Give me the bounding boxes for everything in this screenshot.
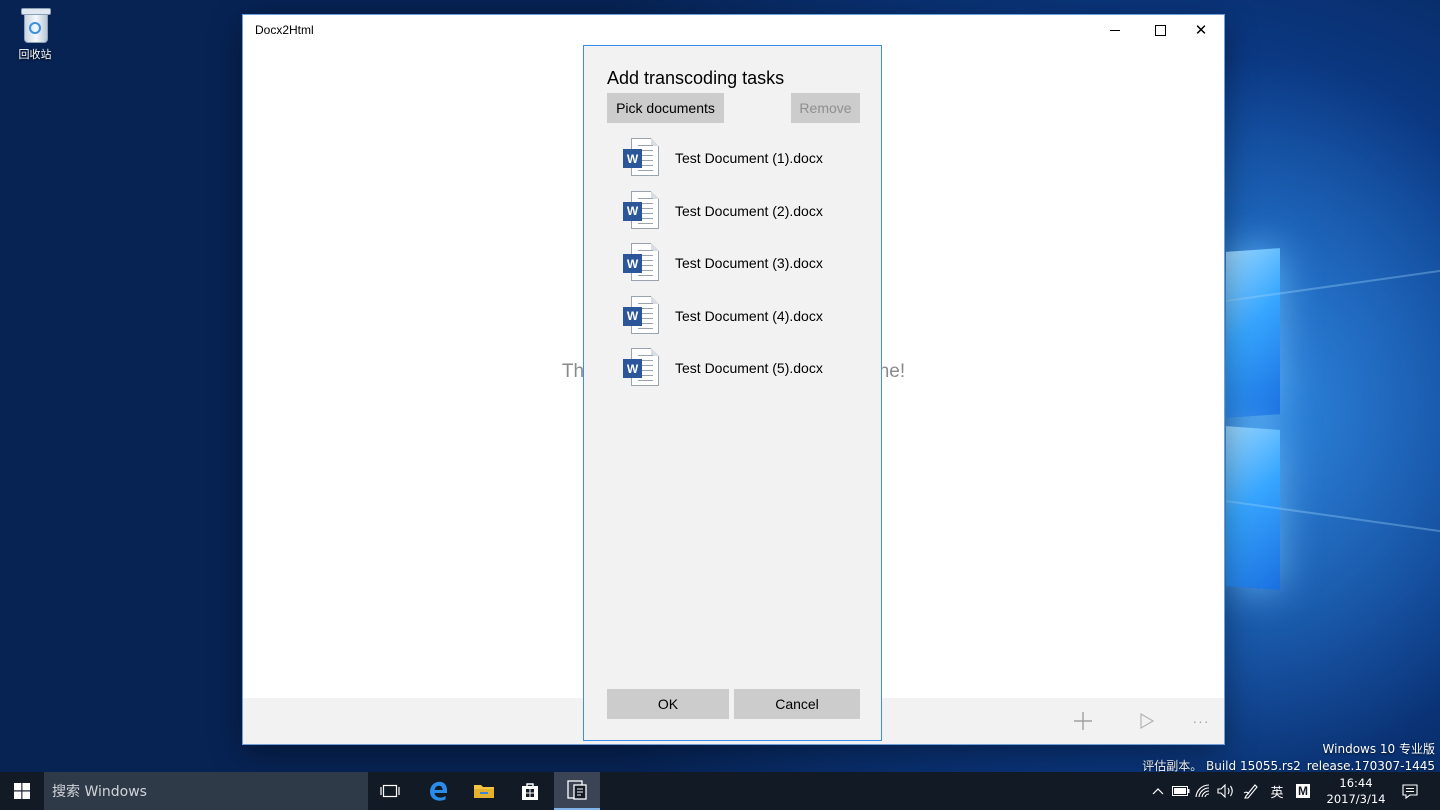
close-button[interactable]: ✕ xyxy=(1178,15,1224,46)
plus-icon xyxy=(1074,712,1092,730)
cancel-button[interactable]: Cancel xyxy=(734,689,860,719)
start-button[interactable] xyxy=(1127,706,1167,736)
network-button[interactable] xyxy=(1192,772,1214,810)
add-task-button[interactable] xyxy=(1063,706,1103,736)
battery-icon xyxy=(1172,786,1190,796)
input-language-button[interactable]: 英 xyxy=(1266,772,1288,810)
watermark-edition: Windows 10 专业版 xyxy=(1322,742,1435,756)
start-button[interactable] xyxy=(0,772,44,810)
list-item[interactable]: W Test Document (3).docx xyxy=(607,237,860,290)
action-center-button[interactable] xyxy=(1396,772,1424,810)
battery-button[interactable] xyxy=(1170,772,1192,810)
store-button[interactable] xyxy=(507,772,553,810)
show-hidden-icons-button[interactable] xyxy=(1148,772,1168,810)
docx2html-app-icon xyxy=(567,780,587,800)
watermark-build: 评估副本。 Build 15055.rs2_release.170307-144… xyxy=(1142,759,1435,772)
title-bar[interactable]: Docx2Html ✕ xyxy=(243,15,1224,46)
word-document-icon: W xyxy=(623,137,663,179)
speaker-icon xyxy=(1217,784,1233,798)
file-name: Test Document (5).docx xyxy=(675,360,823,377)
file-name: Test Document (1).docx xyxy=(675,150,823,167)
word-document-icon: W xyxy=(623,347,663,389)
list-item[interactable]: W Test Document (5).docx xyxy=(607,342,860,395)
word-document-icon: W xyxy=(623,295,663,337)
recycle-bin[interactable]: 回收站 xyxy=(10,6,60,62)
file-name: Test Document (4).docx xyxy=(675,307,823,324)
play-icon xyxy=(1140,712,1155,730)
pen-icon xyxy=(1243,784,1258,799)
search-placeholder: 搜索 Windows xyxy=(52,784,147,800)
pen-button[interactable] xyxy=(1240,772,1262,810)
task-view-icon xyxy=(380,784,400,798)
task-view-button[interactable] xyxy=(367,772,413,810)
windows-logo-icon xyxy=(14,783,30,799)
minimize-button[interactable] xyxy=(1092,15,1138,46)
folder-icon xyxy=(474,785,494,798)
clock-date: 2017/3/14 xyxy=(1326,792,1386,806)
file-name: Test Document (2).docx xyxy=(675,202,823,219)
wallpaper-logo-pane xyxy=(1226,248,1280,418)
ime-mode-icon: M xyxy=(1296,784,1310,798)
store-bag-icon xyxy=(522,783,538,800)
search-box[interactable]: 搜索 Windows xyxy=(44,772,368,810)
add-tasks-dialog: Add transcoding tasks Pick documents Rem… xyxy=(583,45,882,741)
maximize-button[interactable] xyxy=(1137,15,1183,46)
minimize-icon xyxy=(1110,30,1120,31)
edge-button[interactable] xyxy=(415,772,461,810)
more-button[interactable]: ··· xyxy=(1181,706,1221,736)
docx2html-taskbar-button[interactable] xyxy=(554,772,600,810)
more-icon: ··· xyxy=(1192,713,1210,729)
taskbar: 搜索 Windows 英 M 16:44 2017/3/14 xyxy=(0,772,1440,810)
remove-button[interactable]: Remove xyxy=(791,93,860,123)
clock-time: 16:44 xyxy=(1339,776,1373,790)
word-document-icon: W xyxy=(623,242,663,284)
dialog-title: Add transcoding tasks xyxy=(607,68,785,88)
maximize-icon xyxy=(1154,25,1166,36)
edge-icon xyxy=(430,781,447,801)
build-watermark: 评估副本。 Build 15055.rs2_release.170307-144… xyxy=(1142,757,1435,772)
ime-mode-button[interactable]: M xyxy=(1292,772,1314,810)
notification-icon xyxy=(1402,783,1418,799)
word-document-icon: W xyxy=(623,190,663,232)
list-item[interactable]: W Test Document (1).docx xyxy=(607,132,860,185)
list-item[interactable]: W Test Document (4).docx xyxy=(607,290,860,343)
edition-watermark: Windows 10 专业版 xyxy=(1323,740,1435,757)
recycle-bin-icon xyxy=(20,8,51,43)
volume-button[interactable] xyxy=(1214,772,1238,810)
app-title: Docx2Html xyxy=(255,23,314,37)
file-list: W Test Document (1).docx W Test Document… xyxy=(607,132,860,395)
clock[interactable]: 16:44 2017/3/14 xyxy=(1318,775,1394,807)
chevron-up-icon xyxy=(1152,788,1164,795)
file-explorer-button[interactable] xyxy=(461,772,507,810)
list-item[interactable]: W Test Document (2).docx xyxy=(607,185,860,238)
pick-documents-button[interactable]: Pick documents xyxy=(607,93,724,123)
file-name: Test Document (3).docx xyxy=(675,255,823,272)
close-icon: ✕ xyxy=(1194,21,1208,39)
wifi-icon xyxy=(1195,784,1210,798)
ok-button[interactable]: OK xyxy=(607,689,729,719)
recycle-bin-label: 回收站 xyxy=(18,48,52,61)
